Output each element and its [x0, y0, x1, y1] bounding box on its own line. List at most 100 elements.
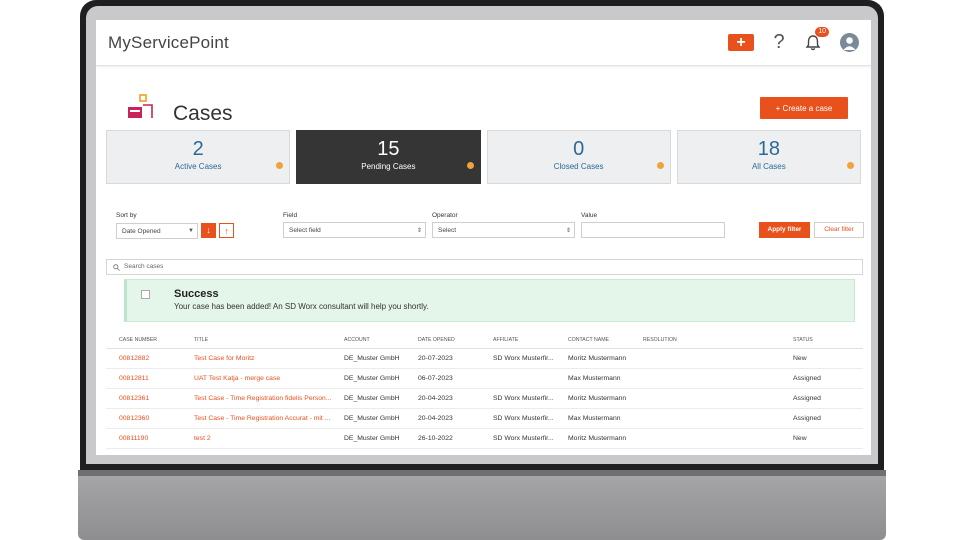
cases-table: Case Number Title Account Date Opened Af…: [106, 331, 863, 449]
case-number-link[interactable]: 00812361: [119, 395, 149, 402]
stat-card-pending[interactable]: 15 Pending Cases: [296, 130, 481, 184]
apply-filter-button[interactable]: Apply filter: [759, 222, 810, 238]
case-number-link[interactable]: 00812811: [119, 375, 149, 382]
table-row[interactable]: 00812811 UAT Test Katja - merge case DE_…: [106, 369, 863, 389]
field-value: Select field: [289, 227, 321, 234]
affiliate-cell: SD Worx Musterfir...: [493, 355, 554, 362]
contact-cell: Moritz Mustermann: [568, 395, 627, 402]
success-alert: Success Your case has been added! An SD …: [124, 279, 855, 322]
account-cell: DE_Muster GmbH: [344, 435, 400, 442]
status-cell: New: [793, 435, 807, 442]
case-number-link[interactable]: 00812882: [119, 355, 149, 362]
clear-filter-button[interactable]: Clear filter: [814, 222, 864, 238]
case-title-link[interactable]: test 2: [194, 435, 339, 442]
sort-by-value: Date Opened: [122, 228, 161, 235]
help-icon[interactable]: ?: [772, 31, 786, 54]
column-header[interactable]: Case Number: [119, 337, 157, 343]
date-cell: 20-04-2023: [418, 415, 453, 422]
column-header[interactable]: Contact Name: [568, 337, 609, 343]
stat-label: Closed Cases: [553, 162, 604, 171]
info-icon[interactable]: [847, 162, 854, 169]
value-input[interactable]: [581, 222, 725, 238]
contact-cell: Max Mustermann: [568, 375, 621, 382]
account-cell: DE_Muster GmbH: [344, 415, 400, 422]
column-header[interactable]: Account: [344, 337, 370, 343]
status-cell: Assigned: [793, 415, 821, 422]
column-header[interactable]: Title: [194, 337, 208, 343]
stat-card-closed[interactable]: 0 Closed Cases: [486, 130, 671, 184]
monitor-chin: [78, 470, 886, 540]
affiliate-cell: SD Worx Musterfir...: [493, 395, 554, 402]
field-select[interactable]: Select field ⇕: [283, 222, 426, 238]
field-label: Field: [283, 212, 298, 219]
stage: MyServicePoint + ? 10 Cases + Create a c…: [0, 0, 960, 540]
alert-title: Success: [174, 288, 219, 300]
case-number-link[interactable]: 00811190: [119, 435, 148, 442]
user-icon: [843, 37, 856, 50]
info-icon[interactable]: [656, 162, 664, 169]
app-screen: MyServicePoint + ? 10 Cases + Create a c…: [96, 20, 871, 455]
alert-message: Your case has been added! An SD Worx con…: [174, 302, 429, 311]
affiliate-cell: SD Worx Musterfir...: [493, 415, 554, 422]
sort-descending-button[interactable]: ↓: [201, 223, 216, 238]
table-row[interactable]: 00812882 Test Case for Moritz DE_Muster …: [106, 349, 863, 369]
cases-header: Cases + Create a case: [106, 66, 861, 130]
updown-arrows-icon: ⇕: [565, 228, 571, 234]
affiliate-cell: SD Worx Musterfir...: [493, 435, 554, 442]
quick-add-button[interactable]: +: [728, 34, 754, 51]
main-content: Cases + Create a case 2 Active Cases 15 …: [96, 66, 871, 268]
column-header[interactable]: Status: [793, 337, 813, 343]
search-icon: [113, 264, 120, 271]
notification-count-badge: 10: [815, 26, 829, 37]
stat-card-active[interactable]: 2 Active Cases: [106, 130, 291, 184]
case-title-link[interactable]: Test Case for Moritz: [194, 355, 339, 362]
stat-value: 15: [377, 138, 400, 160]
stat-value: 0: [573, 138, 585, 160]
case-title-link[interactable]: Test Case - Time Registration fidelis Pe…: [194, 395, 339, 402]
table-row[interactable]: 00812360 Test Case - Time Registration A…: [106, 409, 863, 429]
stat-label: Pending Cases: [361, 162, 416, 171]
info-icon[interactable]: [466, 162, 474, 169]
search-input[interactable]: Search cases: [106, 259, 863, 275]
app-title[interactable]: MyServicePoint: [108, 33, 229, 53]
page-title: Cases: [173, 102, 233, 125]
contact-cell: Max Mustermann: [568, 415, 621, 422]
top-bar-actions: + ? 10: [728, 26, 859, 54]
date-cell: 26-10-2022: [418, 435, 453, 442]
sort-by-label: Sort by: [116, 212, 137, 219]
notifications-button[interactable]: 10: [804, 26, 829, 52]
stat-card-all[interactable]: 18 All Cases: [676, 130, 861, 184]
chevron-down-icon: ▼: [188, 228, 194, 234]
operator-select[interactable]: Select ⇕: [432, 222, 575, 238]
column-header[interactable]: Affiliate: [493, 337, 518, 343]
table-row[interactable]: 00811190 test 2 DE_Muster GmbH 26-10-202…: [106, 429, 863, 449]
contact-cell: Moritz Mustermann: [568, 355, 627, 362]
account-cell: DE_Muster GmbH: [344, 375, 400, 382]
date-cell: 20-04-2023: [418, 395, 453, 402]
status-cell: Assigned: [793, 395, 821, 402]
user-avatar[interactable]: [840, 33, 859, 52]
create-case-button[interactable]: + Create a case: [760, 97, 848, 119]
contact-cell: Moritz Mustermann: [568, 435, 627, 442]
column-header[interactable]: Date Opened: [418, 337, 455, 343]
case-stats: 2 Active Cases 15 Pending Cases 0 Closed…: [106, 130, 861, 184]
date-cell: 20-07-2023: [418, 355, 453, 362]
search-placeholder: Search cases: [124, 263, 164, 270]
date-cell: 06-07-2023: [418, 375, 453, 382]
account-cell: DE_Muster GmbH: [344, 395, 400, 402]
stat-value: 2: [192, 138, 204, 160]
status-cell: New: [793, 355, 807, 362]
column-header[interactable]: Resolution: [643, 337, 677, 343]
sort-ascending-button[interactable]: ↑: [219, 223, 234, 238]
case-number-link[interactable]: 00812360: [119, 415, 149, 422]
operator-value: Select: [438, 227, 457, 234]
cases-icon: [128, 94, 153, 118]
status-cell: Assigned: [793, 375, 821, 382]
table-row[interactable]: 00812361 Test Case - Time Registration f…: [106, 389, 863, 409]
case-title-link[interactable]: Test Case - Time Registration Accurat - …: [194, 415, 339, 422]
operator-label: Operator: [432, 212, 458, 219]
sort-by-select[interactable]: Date Opened ▼: [116, 223, 198, 239]
broken-image-icon: [141, 290, 150, 299]
case-title-link[interactable]: UAT Test Katja - merge case: [194, 375, 339, 382]
updown-arrows-icon: ⇕: [416, 228, 422, 234]
